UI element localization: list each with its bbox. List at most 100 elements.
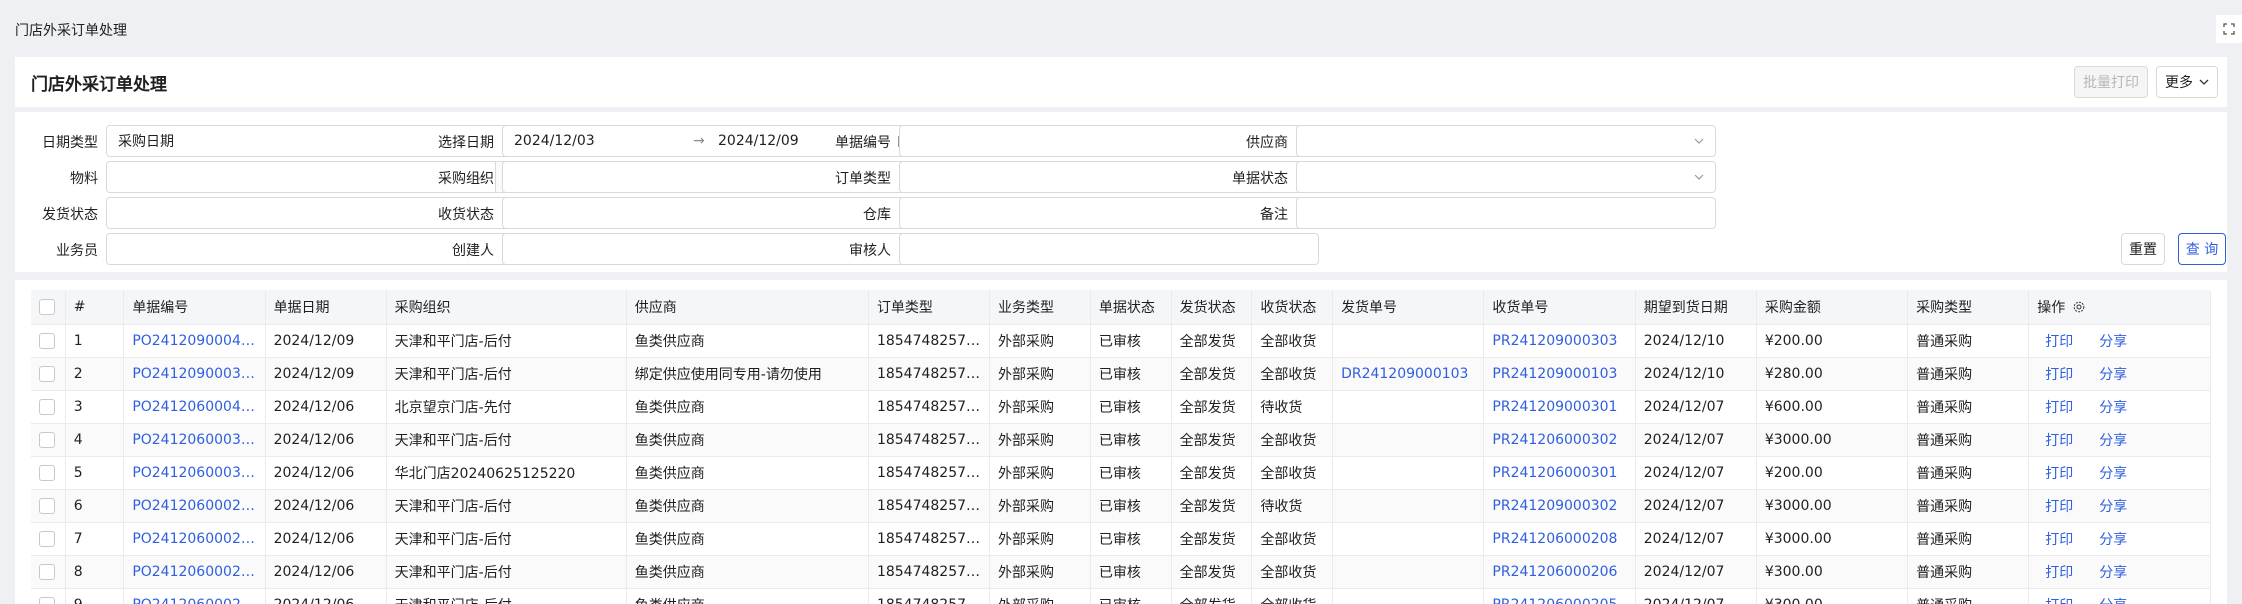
- table-cell: 18547482576...: [868, 423, 991, 457]
- table-cell: 18547482576...: [868, 489, 991, 523]
- table-cell: 天津和平门店-后付: [386, 357, 627, 391]
- table-cell-link[interactable]: PO241206000204: [123, 522, 266, 556]
- table-cell-link[interactable]: DR241209000103: [1332, 357, 1485, 391]
- table-row[interactable]: 3 PO241206000401 2024/12/06 北京望京门店-先付 鱼类供应商 1…: [31, 390, 2211, 424]
- table-cell-link[interactable]: [1332, 522, 1485, 556]
- table-cell-link[interactable]: [1332, 588, 1485, 604]
- print-action-link[interactable]: 打印: [2045, 565, 2073, 581]
- table-cell-link[interactable]: PR241206000206: [1483, 555, 1636, 589]
- row-select-cell: [31, 522, 66, 556]
- reviewer-input[interactable]: [899, 233, 1319, 265]
- table-cell-link[interactable]: PR241209000301: [1483, 390, 1636, 424]
- table-cell-link[interactable]: [1332, 324, 1485, 358]
- select-all-cell: [31, 290, 66, 325]
- share-action-link[interactable]: 分享: [2099, 400, 2127, 416]
- table-cell: 天津和平门店-后付: [386, 522, 627, 556]
- table-cell-link[interactable]: PO241206000202: [123, 555, 266, 589]
- row-checkbox[interactable]: [39, 563, 55, 580]
- print-action-link[interactable]: 打印: [2045, 400, 2073, 416]
- table-cell: 已审核: [1090, 390, 1172, 424]
- table-cell-link[interactable]: PO241206000302: [123, 456, 266, 490]
- table-cell: 普通采购: [1907, 423, 2030, 457]
- print-action-link[interactable]: 打印: [2045, 433, 2073, 449]
- table-cell-link[interactable]: PR241206000302: [1483, 423, 1636, 457]
- table-row[interactable]: 4 PO241206000303 2024/12/06 天津和平门店-后付 鱼类供应商 1…: [31, 423, 2211, 457]
- print-action-link[interactable]: 打印: [2045, 598, 2073, 604]
- print-action-link[interactable]: 打印: [2045, 532, 2073, 548]
- table-cell-link[interactable]: [1332, 489, 1485, 523]
- row-checkbox[interactable]: [39, 596, 55, 604]
- table-cell-link[interactable]: PR241206000205: [1483, 588, 1636, 604]
- print-action-link[interactable]: 打印: [2045, 367, 2073, 383]
- print-action-link[interactable]: 打印: [2045, 499, 2073, 515]
- print-action-link[interactable]: 打印: [2045, 466, 2073, 482]
- table-row[interactable]: 1 PO241209000403 2024/12/09 天津和平门店-后付 鱼类供应商 1…: [31, 324, 2211, 358]
- table-row[interactable]: 7 PO241206000204 2024/12/06 天津和平门店-后付 鱼类供应商 1…: [31, 522, 2211, 556]
- table-cell-link[interactable]: [1332, 423, 1485, 457]
- table-cell-link[interactable]: [1332, 456, 1485, 490]
- date-type-label: 日期类型: [42, 135, 98, 151]
- table-row[interactable]: 5 PO241206000302 2024/12/06 华北门店20240625125…: [31, 456, 2211, 490]
- row-checkbox[interactable]: [39, 530, 55, 547]
- table-cell-link[interactable]: PR241209000103: [1483, 357, 1636, 391]
- table-cell: 天津和平门店-后付: [386, 324, 627, 358]
- batch-print-button[interactable]: 批量打印: [2074, 66, 2148, 98]
- share-action-link[interactable]: 分享: [2099, 565, 2127, 581]
- table-cell-link[interactable]: [1332, 555, 1485, 589]
- table-body: 1 PO241209000403 2024/12/09 天津和平门店-后付 鱼类供应商 1…: [31, 324, 2211, 604]
- print-action-link[interactable]: 打印: [2045, 334, 2073, 350]
- share-action-link[interactable]: 分享: [2099, 499, 2127, 515]
- row-checkbox[interactable]: [39, 464, 55, 481]
- table-cell-link[interactable]: PR241209000302: [1483, 489, 1636, 523]
- share-action-link[interactable]: 分享: [2099, 334, 2127, 350]
- share-action-link[interactable]: 分享: [2099, 532, 2127, 548]
- remark-input[interactable]: [1296, 197, 1716, 229]
- more-button[interactable]: 更多: [2156, 66, 2218, 98]
- column-settings-icon[interactable]: [2073, 301, 2085, 313]
- table-row[interactable]: 9PO2412060002012024/12/06天津和平门店-后付鱼类供应商1…: [31, 588, 2211, 604]
- select-all-checkbox[interactable]: [39, 298, 55, 315]
- table-row[interactable]: 8 PO241206000202 2024/12/06 天津和平门店-后付 鱼类供应商 1…: [31, 555, 2211, 589]
- table-cell: 天津和平门店-后付: [386, 555, 627, 589]
- table-cell: ¥280.00: [1756, 357, 1909, 391]
- table-cell-link[interactable]: PO241206000401: [123, 390, 266, 424]
- table-cell-link[interactable]: PO241206000201: [123, 588, 266, 604]
- row-checkbox[interactable]: [39, 431, 55, 448]
- row-select-cell: [31, 423, 66, 457]
- table-cell: 2024/12/06: [265, 489, 387, 523]
- table-cell: 待收货: [1251, 390, 1334, 424]
- table-cell-link[interactable]: PO241209000403: [123, 324, 266, 358]
- row-checkbox[interactable]: [39, 497, 55, 514]
- column-header-label: 收货单号: [1492, 299, 1549, 316]
- table-cell-link[interactable]: PO241209000301: [123, 357, 266, 391]
- doc-status-select[interactable]: [1296, 161, 1716, 193]
- table-cell: 天津和平门店-后付: [386, 489, 627, 523]
- table-cell: 全部收货: [1251, 522, 1334, 556]
- table-cell-link[interactable]: PO241206000205: [123, 489, 266, 523]
- table-cell-link[interactable]: PO241206000303: [123, 423, 266, 457]
- query-button[interactable]: 查 询: [2178, 233, 2226, 265]
- material-label: 物料: [70, 171, 98, 187]
- table-cell-link[interactable]: PR241206000208: [1483, 522, 1636, 556]
- share-action-link[interactable]: 分享: [2099, 466, 2127, 482]
- table-cell: 2024/12/06: [265, 522, 387, 556]
- table-row[interactable]: 6 PO241206000205 2024/12/06 天津和平门店-后付 鱼类供应商 1…: [31, 489, 2211, 523]
- row-checkbox[interactable]: [39, 398, 55, 415]
- share-action-link[interactable]: 分享: [2099, 367, 2127, 383]
- table-row[interactable]: 2 PO241209000301 2024/12/09 天津和平门店-后付 绑定供应使用…: [31, 357, 2211, 391]
- table-cell: 全部发货: [1171, 555, 1253, 589]
- share-action-link[interactable]: 分享: [2099, 433, 2127, 449]
- table-cell-link[interactable]: PR241209000303: [1483, 324, 1636, 358]
- table-cell-link[interactable]: [1332, 390, 1485, 424]
- row-checkbox[interactable]: [39, 332, 55, 349]
- reset-button[interactable]: 重置: [2121, 233, 2165, 265]
- remark-label: 备注: [1260, 207, 1288, 223]
- more-label: 更多: [2165, 75, 2193, 91]
- table-cell-link[interactable]: PR241206000301: [1483, 456, 1636, 490]
- supplier-select[interactable]: [1296, 125, 1716, 157]
- share-action-link[interactable]: 分享: [2099, 598, 2127, 604]
- expand-button[interactable]: [2216, 15, 2242, 43]
- table-cell: ¥300.00: [1756, 588, 1909, 604]
- table-cell: 全部发货: [1171, 357, 1253, 391]
- row-checkbox[interactable]: [39, 365, 55, 382]
